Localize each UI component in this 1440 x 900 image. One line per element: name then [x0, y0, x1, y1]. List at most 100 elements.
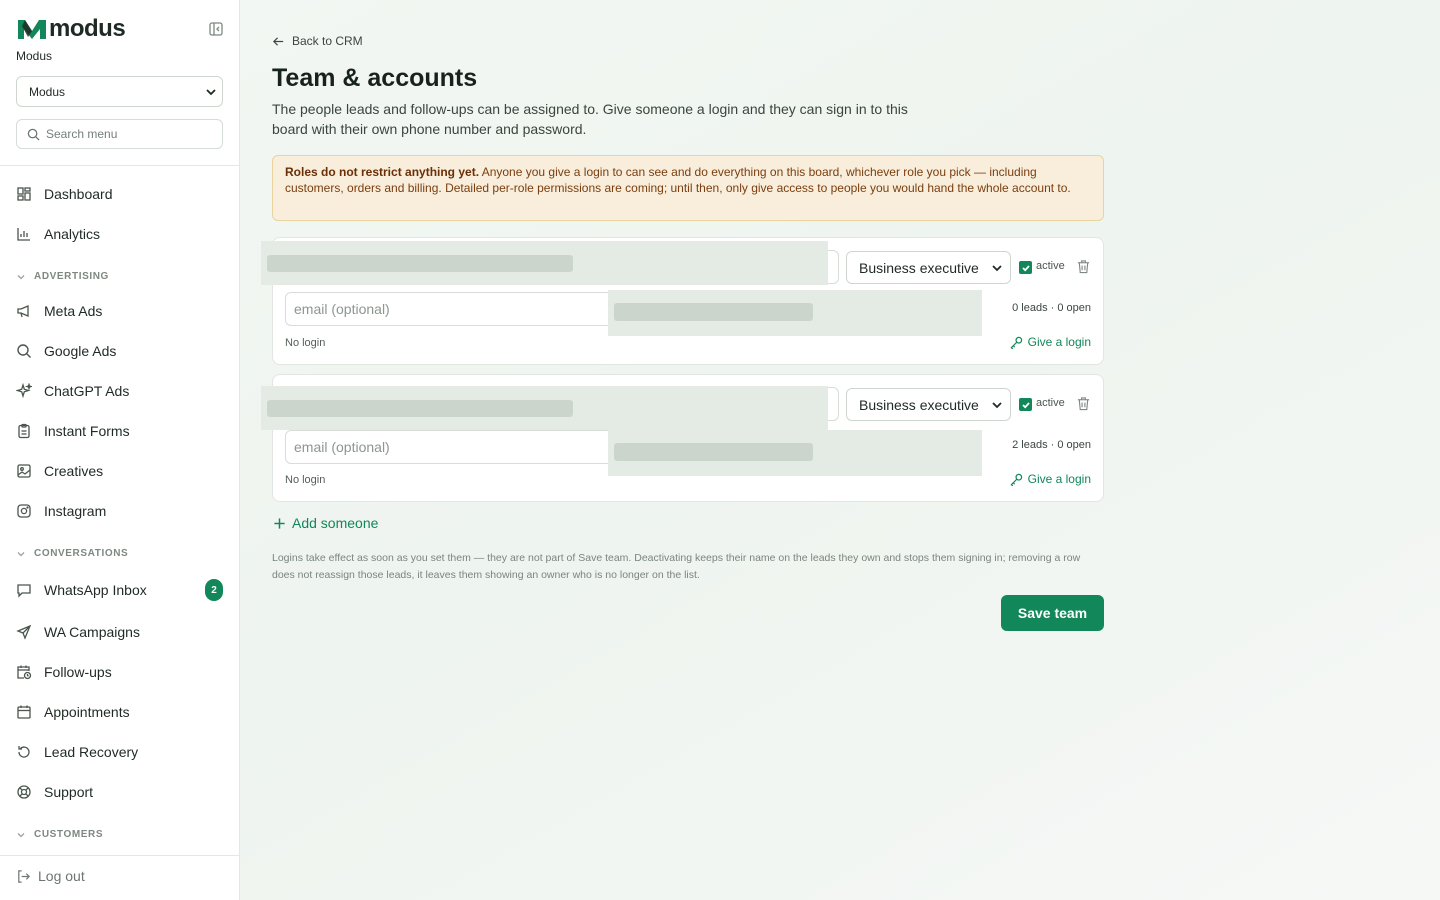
- chevron-down-icon: [992, 265, 1002, 272]
- active-checkbox[interactable]: [1019, 398, 1032, 411]
- sidebar-item-label: Instant Forms: [44, 423, 130, 439]
- section-customers[interactable]: CUSTOMERS: [16, 829, 103, 840]
- sidebar-divider: [0, 165, 239, 166]
- search-menu-input[interactable]: Search menu: [16, 119, 223, 149]
- sidebar-item-meta-ads[interactable]: Meta Ads: [16, 299, 224, 323]
- brand-name: modus: [49, 15, 126, 42]
- message-square-icon: [17, 584, 31, 598]
- modus-logo-icon: [18, 20, 46, 39]
- calendar-clock-icon: [17, 665, 32, 680]
- active-checkbox[interactable]: [1019, 261, 1032, 274]
- chevron-down-icon: [17, 274, 25, 279]
- team-member-card: Business executive active email (optiona…: [261, 237, 1104, 365]
- sidebar-item-label: Instagram: [44, 503, 107, 519]
- org-label: Modus: [16, 49, 53, 63]
- sidebar-item-google-ads[interactable]: Google Ads: [16, 339, 224, 363]
- sidebar-item-label: Analytics: [44, 226, 101, 242]
- clipboard-icon: [18, 423, 30, 439]
- email-input[interactable]: email (optional): [285, 292, 620, 326]
- sidebar-item-label: Appointments: [44, 704, 130, 720]
- active-label: active: [1036, 397, 1065, 409]
- give-login-label: Give a login: [1027, 335, 1091, 349]
- back-link-label: Back to CRM: [292, 34, 363, 48]
- sidebar-item-label: Support: [44, 784, 94, 800]
- main-content: Back to CRM Team & accounts The people l…: [240, 0, 1440, 900]
- sidebar-item-appointments[interactable]: Appointments: [16, 700, 224, 724]
- give-login-button[interactable]: Give a login: [1010, 335, 1091, 349]
- sidebar-item-creatives[interactable]: Creatives: [16, 459, 224, 483]
- bar-chart-icon: [17, 228, 30, 241]
- chevron-down-icon: [206, 89, 216, 96]
- back-to-crm-link[interactable]: Back to CRM: [272, 34, 363, 48]
- sidebar-item-instagram[interactable]: Instagram: [16, 499, 224, 523]
- trash-icon[interactable]: [1076, 396, 1091, 411]
- sidebar-item-lead-recovery[interactable]: Lead Recovery: [16, 740, 224, 764]
- add-someone-label: Add someone: [292, 515, 379, 531]
- logout-label: Log out: [38, 868, 85, 884]
- sidebar-item-instant-forms[interactable]: Instant Forms: [16, 419, 224, 443]
- sparkles-icon: [16, 383, 32, 399]
- sidebar-item-label: Meta Ads: [44, 303, 103, 319]
- lead-stats: 2 leads · 0 open: [1012, 439, 1091, 451]
- sidebar-collapse-icon[interactable]: [208, 21, 224, 37]
- sidebar-item-wa-campaigns[interactable]: WA Campaigns: [16, 620, 224, 644]
- add-someone-button[interactable]: Add someone: [273, 515, 378, 531]
- role-select[interactable]: Business executive: [846, 388, 1011, 421]
- redacted-phone: [608, 430, 982, 476]
- role-select-value: Business executive: [859, 259, 979, 276]
- sidebar-item-support[interactable]: Support: [16, 780, 224, 804]
- section-conversations[interactable]: CONVERSATIONS: [16, 548, 128, 559]
- sidebar-item-chatgpt-ads[interactable]: ChatGPT Ads: [16, 379, 224, 403]
- org-select-value: Modus: [29, 84, 66, 99]
- role-select[interactable]: Business executive: [846, 251, 1011, 284]
- email-input[interactable]: email (optional): [285, 430, 620, 464]
- save-team-button[interactable]: Save team: [1001, 595, 1104, 631]
- roles-warning-banner: Roles do not restrict anything yet. Anyo…: [272, 155, 1104, 221]
- give-login-button[interactable]: Give a login: [1010, 472, 1091, 486]
- key-icon: [1010, 336, 1022, 349]
- unread-badge: 2: [205, 579, 223, 601]
- page-title: Team & accounts: [272, 64, 478, 92]
- chevron-down-icon: [992, 402, 1002, 409]
- search-placeholder: Search menu: [46, 127, 118, 141]
- org-select[interactable]: Modus: [16, 76, 223, 107]
- sidebar-item-analytics[interactable]: Analytics: [16, 222, 224, 246]
- section-label: CONVERSATIONS: [34, 548, 129, 559]
- sidebar-item-whatsapp-inbox[interactable]: WhatsApp Inbox 2: [16, 578, 224, 602]
- section-advertising[interactable]: ADVERTISING: [16, 271, 109, 282]
- check-icon: [1021, 264, 1030, 272]
- sidebar-item-dashboard[interactable]: Dashboard: [16, 182, 224, 206]
- sidebar-item-label: Creatives: [44, 463, 104, 479]
- trash-icon[interactable]: [1076, 259, 1091, 274]
- sidebar-item-follow-ups[interactable]: Follow-ups: [16, 660, 224, 684]
- role-select-value: Business executive: [859, 396, 979, 413]
- megaphone-icon: [17, 305, 29, 318]
- sidebar-item-label: Google Ads: [44, 343, 117, 359]
- log-out-icon: [18, 869, 30, 883]
- active-label: active: [1036, 260, 1065, 272]
- sidebar: modus Modus Modus Search menu Dashboard …: [0, 0, 240, 900]
- team-member-card: Business executive active email (optiona…: [261, 374, 1104, 502]
- login-status: No login: [285, 474, 326, 486]
- chevron-down-icon: [17, 551, 25, 556]
- rotate-ccw-icon: [18, 746, 30, 758]
- brand-logo[interactable]: modus: [16, 15, 224, 42]
- section-label: CUSTOMERS: [34, 829, 104, 840]
- sidebar-item-label: ChatGPT Ads: [44, 383, 130, 399]
- redacted-phone: [608, 290, 982, 336]
- page-description: The people leads and follow-ups can be a…: [272, 101, 908, 137]
- logins-footnote: Logins take effect as soon as you set th…: [272, 552, 1081, 581]
- redacted-name: [261, 241, 828, 285]
- dashboard-icon: [17, 187, 31, 201]
- calendar-icon: [17, 705, 31, 719]
- login-status: No login: [285, 337, 326, 349]
- sidebar-item-label: Follow-ups: [44, 664, 112, 680]
- logout-button[interactable]: Log out: [16, 868, 85, 884]
- search-icon: [27, 128, 40, 141]
- check-icon: [1021, 401, 1030, 409]
- search-icon: [17, 344, 31, 358]
- sidebar-item-label: Dashboard: [44, 186, 113, 202]
- send-icon: [16, 624, 32, 640]
- life-buoy-icon: [17, 785, 31, 799]
- chevron-down-icon: [17, 832, 25, 837]
